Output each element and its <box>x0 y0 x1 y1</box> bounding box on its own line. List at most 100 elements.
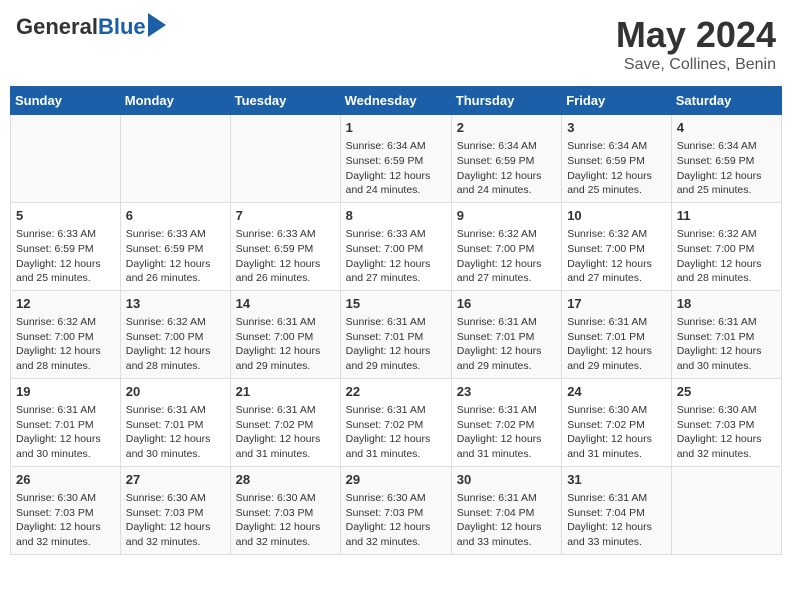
day-number: 12 <box>16 295 115 313</box>
day-number: 27 <box>126 471 225 489</box>
cell-content: Sunrise: 6:33 AM Sunset: 6:59 PM Dayligh… <box>126 227 225 286</box>
cell-content: Sunrise: 6:31 AM Sunset: 7:00 PM Dayligh… <box>236 315 335 374</box>
day-number: 19 <box>16 383 115 401</box>
calendar-cell: 8Sunrise: 6:33 AM Sunset: 7:00 PM Daylig… <box>340 202 451 290</box>
calendar-cell <box>11 115 121 203</box>
calendar-week-row: 26 Sunrise: 6:30 AM Sunset: 7:03 PM Dayli… <box>11 466 782 554</box>
calendar-cell: 20 Sunrise: 6:31 AM Sunset: 7:01 PM Dayli… <box>120 378 230 466</box>
cell-content: Sunrise: 6:30 AM Sunset: 7:03 PM Dayligh… <box>677 403 776 462</box>
day-number: 2 <box>457 119 556 137</box>
calendar-cell: 6 Sunrise: 6:33 AM Sunset: 6:59 PM Daylig… <box>120 202 230 290</box>
day-header-monday: Monday <box>120 87 230 115</box>
calendar-cell: 4 Sunrise: 6:34 AM Sunset: 6:59 PM Daylig… <box>671 115 781 203</box>
calendar-cell: 3 Sunrise: 6:34 AM Sunset: 6:59 PM Daylig… <box>562 115 672 203</box>
cell-content: Sunrise: 6:31 AM Sunset: 7:02 PM Dayligh… <box>236 403 335 462</box>
cell-content: Sunrise: 6:31 AM Sunset: 7:02 PM Dayligh… <box>457 403 556 462</box>
calendar-cell: 30 Sunrise: 6:31 AM Sunset: 7:04 PM Dayli… <box>451 466 561 554</box>
day-header-wednesday: Wednesday <box>340 87 451 115</box>
cell-content: Sunrise: 6:32 AM Sunset: 7:00 PM Dayligh… <box>567 227 666 286</box>
day-number: 7 <box>236 207 335 225</box>
cell-content: Sunrise: 6:31 AM Sunset: 7:01 PM Dayligh… <box>346 315 446 374</box>
day-header-thursday: Thursday <box>451 87 561 115</box>
cell-content: Sunrise: 6:32 AM Sunset: 7:00 PM Dayligh… <box>457 227 556 286</box>
calendar-cell: 15Sunrise: 6:31 AM Sunset: 7:01 PM Dayli… <box>340 290 451 378</box>
day-number: 20 <box>126 383 225 401</box>
calendar-cell: 2 Sunrise: 6:34 AM Sunset: 6:59 PM Daylig… <box>451 115 561 203</box>
cell-content: Sunrise: 6:34 AM Sunset: 6:59 PM Dayligh… <box>346 139 446 198</box>
day-number: 9 <box>457 207 556 225</box>
logo: General Blue <box>16 14 166 40</box>
logo-arrow-icon <box>148 13 166 37</box>
calendar-cell: 18 Sunrise: 6:31 AM Sunset: 7:01 PM Dayli… <box>671 290 781 378</box>
calendar-cell: 19 Sunrise: 6:31 AM Sunset: 7:01 PM Dayli… <box>11 378 121 466</box>
day-number: 4 <box>677 119 776 137</box>
cell-content: Sunrise: 6:31 AM Sunset: 7:01 PM Dayligh… <box>677 315 776 374</box>
cell-content: Sunrise: 6:31 AM Sunset: 7:01 PM Dayligh… <box>126 403 225 462</box>
calendar-cell: 13Sunrise: 6:32 AM Sunset: 7:00 PM Dayli… <box>120 290 230 378</box>
calendar-cell: 16Sunrise: 6:31 AM Sunset: 7:01 PM Dayli… <box>451 290 561 378</box>
calendar-week-row: 19 Sunrise: 6:31 AM Sunset: 7:01 PM Dayli… <box>11 378 782 466</box>
calendar-cell: 28 Sunrise: 6:30 AM Sunset: 7:03 PM Dayli… <box>230 466 340 554</box>
day-number: 1 <box>346 119 446 137</box>
calendar-cell: 1 Sunrise: 6:34 AM Sunset: 6:59 PM Daylig… <box>340 115 451 203</box>
day-number: 10 <box>567 207 666 225</box>
cell-content: Sunrise: 6:30 AM Sunset: 7:03 PM Dayligh… <box>126 491 225 550</box>
calendar-cell: 24 Sunrise: 6:30 AM Sunset: 7:02 PM Dayli… <box>562 378 672 466</box>
calendar-cell: 12 Sunrise: 6:32 AM Sunset: 7:00 PM Dayli… <box>11 290 121 378</box>
calendar-cell: 21Sunrise: 6:31 AM Sunset: 7:02 PM Dayli… <box>230 378 340 466</box>
logo-blue-text: Blue <box>98 14 146 40</box>
calendar-cell: 7 Sunrise: 6:33 AM Sunset: 6:59 PM Daylig… <box>230 202 340 290</box>
calendar-cell: 27 Sunrise: 6:30 AM Sunset: 7:03 PM Dayli… <box>120 466 230 554</box>
day-number: 17 <box>567 295 666 313</box>
day-number: 6 <box>126 207 225 225</box>
day-number: 22 <box>346 383 446 401</box>
cell-content: Sunrise: 6:34 AM Sunset: 6:59 PM Dayligh… <box>567 139 666 198</box>
calendar-cell: 26Sunrise: 6:30 AM Sunset: 7:03 PM Dayli… <box>11 466 121 554</box>
day-header-sunday: Sunday <box>11 87 121 115</box>
day-number: 28 <box>236 471 335 489</box>
cell-content: Sunrise: 6:31 AM Sunset: 7:04 PM Dayligh… <box>567 491 666 550</box>
calendar-cell: 25 Sunrise: 6:30 AM Sunset: 7:03 PM Dayli… <box>671 378 781 466</box>
cell-content: Sunrise: 6:34 AM Sunset: 6:59 PM Dayligh… <box>677 139 776 198</box>
day-number: 30 <box>457 471 556 489</box>
calendar-cell <box>671 466 781 554</box>
calendar-cell: 29Sunrise: 6:30 AM Sunset: 7:03 PM Dayli… <box>340 466 451 554</box>
page-header: General Blue May 2024 Save, Collines, Be… <box>10 10 782 78</box>
calendar-table: SundayMondayTuesdayWednesdayThursdayFrid… <box>10 86 782 555</box>
logo-general-text: General <box>16 14 98 40</box>
day-number: 25 <box>677 383 776 401</box>
day-number: 26 <box>16 471 115 489</box>
cell-content: Sunrise: 6:31 AM Sunset: 7:04 PM Dayligh… <box>457 491 556 550</box>
calendar-cell: 22 Sunrise: 6:31 AM Sunset: 7:02 PM Dayli… <box>340 378 451 466</box>
day-header-saturday: Saturday <box>671 87 781 115</box>
cell-content: Sunrise: 6:34 AM Sunset: 6:59 PM Dayligh… <box>457 139 556 198</box>
cell-content: Sunrise: 6:32 AM Sunset: 7:00 PM Dayligh… <box>16 315 115 374</box>
cell-content: Sunrise: 6:33 AM Sunset: 6:59 PM Dayligh… <box>16 227 115 286</box>
calendar-cell <box>120 115 230 203</box>
day-number: 13 <box>126 295 225 313</box>
calendar-cell: 23Sunrise: 6:31 AM Sunset: 7:02 PM Dayli… <box>451 378 561 466</box>
cell-content: Sunrise: 6:31 AM Sunset: 7:01 PM Dayligh… <box>457 315 556 374</box>
cell-content: Sunrise: 6:30 AM Sunset: 7:03 PM Dayligh… <box>236 491 335 550</box>
day-number: 5 <box>16 207 115 225</box>
cell-content: Sunrise: 6:30 AM Sunset: 7:02 PM Dayligh… <box>567 403 666 462</box>
cell-content: Sunrise: 6:31 AM Sunset: 7:01 PM Dayligh… <box>16 403 115 462</box>
day-header-friday: Friday <box>562 87 672 115</box>
calendar-cell: 5 Sunrise: 6:33 AM Sunset: 6:59 PM Daylig… <box>11 202 121 290</box>
cell-content: Sunrise: 6:31 AM Sunset: 7:02 PM Dayligh… <box>346 403 446 462</box>
day-number: 3 <box>567 119 666 137</box>
day-number: 31 <box>567 471 666 489</box>
cell-content: Sunrise: 6:33 AM Sunset: 6:59 PM Dayligh… <box>236 227 335 286</box>
day-number: 18 <box>677 295 776 313</box>
calendar-cell: 10 Sunrise: 6:32 AM Sunset: 7:00 PM Dayli… <box>562 202 672 290</box>
calendar-week-row: 12 Sunrise: 6:32 AM Sunset: 7:00 PM Dayli… <box>11 290 782 378</box>
location-title: Save, Collines, Benin <box>616 56 776 74</box>
day-number: 29 <box>346 471 446 489</box>
title-section: May 2024 Save, Collines, Benin <box>616 14 776 74</box>
calendar-cell <box>230 115 340 203</box>
cell-content: Sunrise: 6:31 AM Sunset: 7:01 PM Dayligh… <box>567 315 666 374</box>
calendar-cell: 17 Sunrise: 6:31 AM Sunset: 7:01 PM Dayli… <box>562 290 672 378</box>
day-number: 11 <box>677 207 776 225</box>
day-number: 24 <box>567 383 666 401</box>
calendar-cell: 11Sunrise: 6:32 AM Sunset: 7:00 PM Dayli… <box>671 202 781 290</box>
